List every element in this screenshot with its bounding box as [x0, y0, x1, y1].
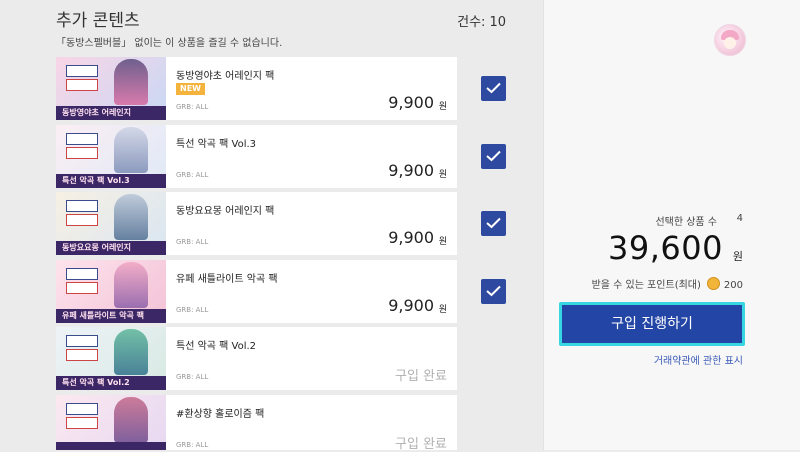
character-art [114, 59, 148, 105]
product-name: 동방영야초 어레인지 팩 [176, 71, 275, 82]
thumbnail-caption: 특선 악곡 팩 Vol.3 [62, 176, 130, 185]
logo-mark [66, 417, 98, 429]
select-checkbox[interactable] [481, 76, 506, 101]
logo-mark [66, 335, 98, 347]
logo-mark [66, 282, 98, 294]
product-name: 특선 악곡 팩 Vol.2 [176, 341, 257, 352]
new-badge: NEW [176, 83, 205, 95]
age-rating: GRB: ALL [176, 306, 209, 314]
requirement-note: 「동방스펠버블」 없이는 이 상품을 즐길 수 없습니다. [56, 38, 283, 49]
currency-label: 원 [438, 170, 447, 180]
check-icon [486, 217, 501, 229]
points-info: 받을 수 있는 포인트(최대) 200 [592, 276, 743, 291]
product-thumbnail: 특선 악곡 팩 Vol.2 [56, 327, 166, 390]
points-value: 200 [723, 280, 743, 291]
character-art [114, 127, 148, 173]
purchase-status: 구입 완료 [395, 369, 447, 384]
list-item[interactable]: 특선 악곡 팩 Vol.2 특선 악곡 팩 Vol.2 GRB: ALL 구입 … [56, 327, 457, 390]
thumbnail-caption: 동방요요몽 어레인지 [62, 243, 132, 252]
currency-label: 원 [438, 102, 447, 112]
list-item[interactable]: 동방요요몽 어레인지 동방요요몽 어레인지 팩 GRB: ALL 9,900 원 [56, 192, 457, 255]
select-checkbox[interactable] [481, 144, 506, 169]
logo-mark [66, 65, 98, 77]
list-item[interactable]: 특선 악곡 팩 Vol.3 특선 악곡 팩 Vol.3 GRB: ALL 9,9… [56, 125, 457, 188]
age-rating: GRB: ALL [176, 171, 209, 179]
character-art [114, 262, 148, 308]
product-price: 9,900 [388, 161, 434, 180]
product-thumbnail: 동방영야초 어레인지 [56, 57, 166, 120]
thumbnail-caption: 동방영야초 어레인지 [62, 108, 132, 117]
logo-mark [66, 147, 98, 159]
age-rating: GRB: ALL [176, 441, 209, 449]
product-price: 9,900 [388, 296, 434, 315]
product-thumbnail: 특선 악곡 팩 Vol.3 [56, 125, 166, 188]
thumbnail-caption: 특선 악곡 팩 Vol.2 [62, 378, 130, 387]
total-price: 39,600 [608, 229, 723, 267]
product-thumbnail: 동방요요몽 어레인지 [56, 192, 166, 255]
product-name: 특선 악곡 팩 Vol.3 [176, 139, 257, 150]
product-name: #환상향 홀로이즘 팩 [176, 409, 265, 420]
check-icon [486, 82, 501, 94]
age-rating: GRB: ALL [176, 103, 209, 111]
points-label: 받을 수 있는 포인트(최대) [591, 280, 701, 291]
product-name: 유페 새틀라이트 악곡 팩 [176, 274, 278, 285]
logo-mark [66, 133, 98, 145]
check-icon [486, 285, 501, 297]
terms-link[interactable]: 거래약관에 관한 표시 [654, 352, 743, 367]
currency-label: 원 [438, 237, 447, 247]
content-list-panel: 추가 콘텐츠 건수: 10 「동방스펠버블」 없이는 이 상품을 즐길 수 없습니… [0, 0, 543, 452]
product-price: 9,900 [388, 93, 434, 112]
product-thumbnail: 유페 새틀라이트 악곡 팩 [56, 260, 166, 323]
purchase-status: 구입 완료 [395, 437, 447, 452]
item-count: 건수: 10 [457, 11, 506, 30]
product-thumbnail [56, 395, 166, 450]
purchase-button[interactable]: 구입 진행하기 [559, 302, 745, 346]
count-label: 건수: [457, 15, 486, 30]
logo-mark [66, 200, 98, 212]
age-rating: GRB: ALL [176, 238, 209, 246]
list-item[interactable]: 유페 새틀라이트 악곡 팩 유페 새틀라이트 악곡 팩 GRB: ALL 9,9… [56, 260, 457, 323]
selected-count-value: 4 [736, 213, 743, 224]
product-name: 동방요요몽 어레인지 팩 [176, 206, 275, 217]
logo-mark [66, 79, 98, 91]
character-art [114, 397, 148, 443]
logo-mark [66, 403, 98, 415]
thumbnail-caption: 유페 새틀라이트 악곡 팩 [62, 311, 144, 320]
currency-label: 원 [438, 305, 447, 315]
character-art [114, 329, 148, 375]
list-item[interactable]: 동방영야초 어레인지 동방영야초 어레인지 팩 NEW GRB: ALL 9,9… [56, 57, 457, 120]
product-price: 9,900 [388, 228, 434, 247]
total-currency: 원 [732, 250, 743, 263]
page-title: 추가 콘텐츠 [56, 11, 140, 31]
select-checkbox[interactable] [481, 279, 506, 304]
logo-mark [66, 214, 98, 226]
avatar-face [724, 37, 736, 49]
count-value: 10 [489, 15, 506, 30]
logo-mark [66, 268, 98, 280]
thumbnail-band [56, 442, 166, 450]
character-art [114, 194, 148, 240]
coin-icon [706, 277, 720, 290]
list-item[interactable]: #환상향 홀로이즘 팩 GRB: ALL 구입 완료 [56, 395, 457, 452]
logo-mark [66, 349, 98, 361]
age-rating: GRB: ALL [176, 373, 209, 381]
select-checkbox[interactable] [481, 211, 506, 236]
selected-count-label: 선택한 상품 수 [655, 217, 717, 228]
user-avatar[interactable] [714, 24, 746, 56]
check-icon [486, 150, 501, 162]
